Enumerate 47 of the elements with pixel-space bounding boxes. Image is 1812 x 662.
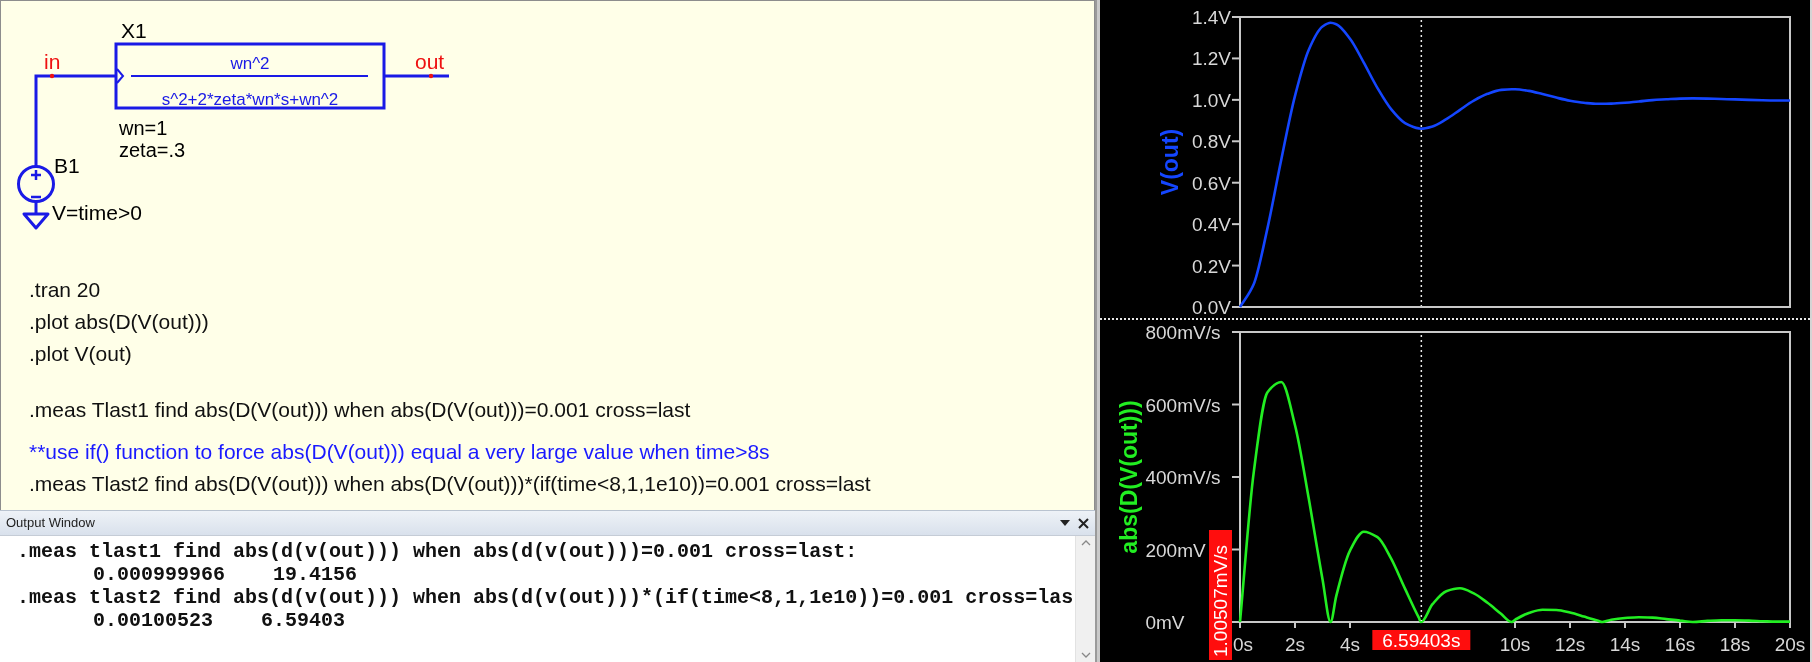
tick-label: 10s xyxy=(1499,634,1531,655)
tick-label: 0.0V xyxy=(1191,297,1231,318)
tick-label: 14s xyxy=(1609,634,1641,655)
trace-name: V(out) xyxy=(1157,128,1183,196)
tick-label: 0s xyxy=(1233,634,1254,655)
tick-label: 200mV xyxy=(1145,539,1206,561)
tick-label: 800mV/s xyxy=(1145,322,1221,343)
parameter-text: V=time>0 xyxy=(52,201,142,224)
spice-directive: .plot abs(D(V(out))) xyxy=(29,309,209,335)
tick-label: 1.4V xyxy=(1191,7,1231,28)
tick-label: 400mV/s xyxy=(1145,467,1221,488)
tick-label: 1.2V xyxy=(1191,48,1231,70)
tick-label: 4s xyxy=(1339,634,1361,655)
result-values: 0.00100523 6.59403 xyxy=(92,609,346,632)
formula-text: s^2+2*zeta*wn*s+wn^2 xyxy=(161,90,339,109)
spice-directive: .tran 20 xyxy=(29,277,101,303)
component-label: X1 xyxy=(121,19,147,42)
tick-label: 16s xyxy=(1664,634,1696,655)
tick-label: 0.6V xyxy=(1191,172,1231,194)
tick-label: 0.8V xyxy=(1191,131,1231,153)
net-label: out xyxy=(415,50,445,73)
trace-name: abs(D(V(out))) xyxy=(1116,400,1142,554)
spice-directive: .meas Tlast1 find abs(D(V(out))) when abs(D(V(out)))=0.001 cross=last xyxy=(29,397,691,423)
cursor-readout: 1.00507mV/s xyxy=(1209,530,1232,660)
measurement-statement: .meas tlast2 find abs(d(v(out))) when abs(d(v(out)))*(if(time<8,1,1e10))=0.001 cross=las xyxy=(17,586,1074,609)
component-label: B1 xyxy=(54,154,80,177)
tick-label: 600mV/s xyxy=(1145,394,1221,416)
tick-label: 0.4V xyxy=(1191,214,1231,236)
tick-label: 0mV xyxy=(1145,612,1185,633)
tick-label: 1.0V xyxy=(1191,89,1231,111)
result-values: 0.000999966 19.4156 xyxy=(92,563,358,586)
tick-label: 12s xyxy=(1554,634,1586,655)
spice-directive: .meas Tlast2 find abs(D(V(out))) when abs(D(V(out)))*(if(time<8,1,1e10))=0.001 cross=last xyxy=(29,471,871,497)
ref-line-label: 6.59403s xyxy=(1382,630,1461,651)
tick-label: 20s xyxy=(1774,634,1806,655)
net-label: in xyxy=(44,50,61,73)
tick-label: 0.2V xyxy=(1191,255,1231,277)
spice-directive: .plot V(out) xyxy=(29,341,132,367)
cursor-readout: 6.59403s xyxy=(1372,630,1471,651)
parameter-text: zeta=.3 xyxy=(119,139,186,161)
formula-text: wn^2 xyxy=(230,54,270,73)
tick-label: 18s xyxy=(1719,634,1751,655)
parameter-text: wn=1 xyxy=(119,117,168,139)
tick-label: 2s xyxy=(1284,634,1306,655)
measurement-statement: .meas tlast1 find abs(d(v(out))) when abs(d(v(out)))=0.001 cross=last: xyxy=(17,540,858,563)
comment-text: **use if() function to force abs(D(V(out))) equal a very large value when time>8s xyxy=(29,439,770,465)
panel-title: Output Window xyxy=(6,514,95,533)
